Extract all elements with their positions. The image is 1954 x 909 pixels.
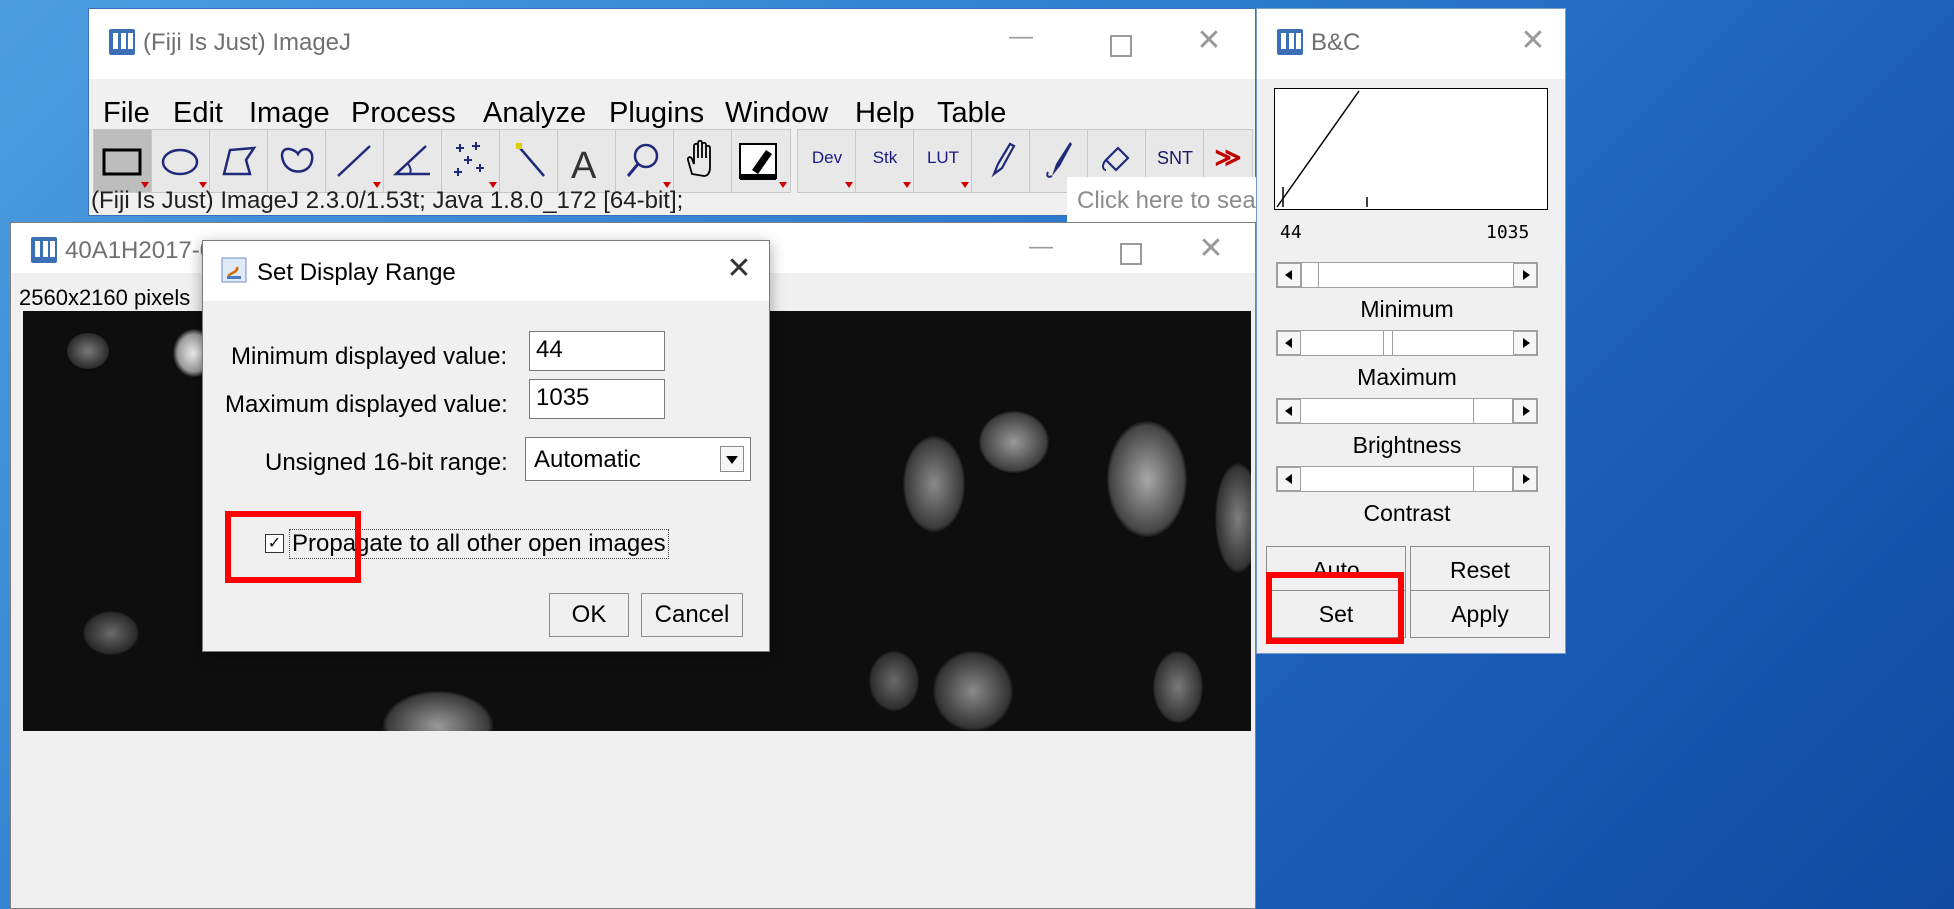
menu-process[interactable]: Process [351,97,456,130]
menu-file[interactable]: File [103,97,150,130]
bc-title: B&C [1311,29,1361,56]
pencil-tool-icon[interactable] [971,129,1031,193]
bc-titlebar[interactable]: B&C ✕ [1257,9,1565,79]
menu-image[interactable]: Image [249,97,330,130]
brightness-label: Brightness [1352,432,1462,458]
polygon-select-icon[interactable] [209,129,269,193]
nucleus [1215,463,1251,573]
chevron-down-icon [720,446,744,472]
maximum-label: Maximum [1357,364,1457,390]
nucleus [933,651,1013,731]
lut-menu-icon[interactable]: LUT [913,129,973,193]
range-select[interactable]: Automatic [525,437,751,481]
histogram-plot [1274,88,1548,210]
brightness-slider[interactable] [1276,398,1538,424]
maximize-icon[interactable] [1101,31,1141,65]
menu-table[interactable]: Table [937,97,1006,130]
min-value-field[interactable]: 44 [529,331,665,371]
close-icon[interactable]: ✕ [1189,23,1229,58]
fiji-app-icon [31,237,57,263]
cancel-button[interactable]: Cancel [641,593,743,637]
nucleus [383,691,493,731]
menu-edit[interactable]: Edit [173,97,223,130]
freehand-select-icon[interactable] [267,129,327,193]
imagej-title: (Fiji Is Just) ImageJ [143,29,352,56]
fiji-app-icon [1277,29,1303,55]
oval-select-icon[interactable] [151,129,211,193]
image-info: 2560x2160 pixels [19,285,191,310]
image-title: 40A1H2017-0 [65,237,214,264]
multipoint-tool-icon[interactable] [441,129,501,193]
highlight-set-button [1266,572,1404,644]
wand-tool-icon[interactable] [499,129,559,193]
menu-window[interactable]: Window [725,97,828,130]
maximum-slider[interactable] [1276,330,1538,356]
close-icon[interactable]: ✕ [1191,231,1231,266]
nucleus [869,651,919,711]
minimum-label: Minimum [1360,296,1454,322]
stk-menu-icon[interactable]: Stk [855,129,915,193]
angle-tool-icon[interactable] [383,129,443,193]
close-icon[interactable]: ✕ [1513,23,1553,58]
reset-button[interactable]: Reset [1410,546,1550,594]
ok-button[interactable]: OK [549,593,629,637]
rectangle-select-icon[interactable] [93,129,153,193]
nucleus [67,333,109,369]
maximize-icon[interactable] [1111,239,1151,273]
min-value-label: Minimum displayed value: [231,343,508,370]
nucleus [903,436,965,532]
contrast-slider[interactable] [1276,466,1538,492]
fiji-app-icon [109,29,135,55]
menu-analyze[interactable]: Analyze [483,97,586,130]
color-picker-icon[interactable] [731,129,791,193]
max-value-label: Maximum displayed value: [225,391,508,418]
imagej-status-bar: (Fiji Is Just) ImageJ 2.3.0/1.53t; Java … [91,187,684,214]
range-select-value: Automatic [534,446,641,473]
svg-text:A: A [571,145,597,187]
nucleus [1107,421,1187,537]
range-label: Unsigned 16-bit range: [265,449,508,476]
minimize-icon[interactable]: — [1001,23,1041,51]
set-display-range-dialog: Set Display Range ✕ Minimum displayed va… [202,240,770,652]
minimize-icon[interactable]: — [1021,233,1061,261]
line-tool-icon[interactable] [325,129,385,193]
contrast-label: Contrast [1363,500,1451,526]
menu-plugins[interactable]: Plugins [609,97,704,130]
range-max-label: 1035 [1486,222,1530,243]
text-tool-icon[interactable]: A [557,129,617,193]
menu-help[interactable]: Help [855,97,915,130]
highlight-propagate-checkbox [225,511,361,583]
hand-tool-icon[interactable] [673,129,733,193]
nucleus [979,411,1049,473]
apply-button[interactable]: Apply [1410,590,1550,638]
imagej-main-window: (Fiji Is Just) ImageJ — ✕ File Edit Imag… [88,8,1335,223]
nucleus [83,611,139,655]
java-icon [221,257,247,283]
dev-menu-icon[interactable]: Dev [797,129,857,193]
close-icon[interactable]: ✕ [719,251,759,286]
magnifier-tool-icon[interactable] [615,129,675,193]
imagej-titlebar[interactable]: (Fiji Is Just) ImageJ — ✕ [89,9,1255,79]
dialog-titlebar[interactable]: Set Display Range ✕ [203,241,769,301]
dialog-title: Set Display Range [257,259,456,286]
range-min-label: 44 [1280,222,1302,243]
minimum-slider[interactable] [1276,262,1538,288]
nucleus [1153,651,1203,723]
max-value-field[interactable]: 1035 [529,379,665,419]
